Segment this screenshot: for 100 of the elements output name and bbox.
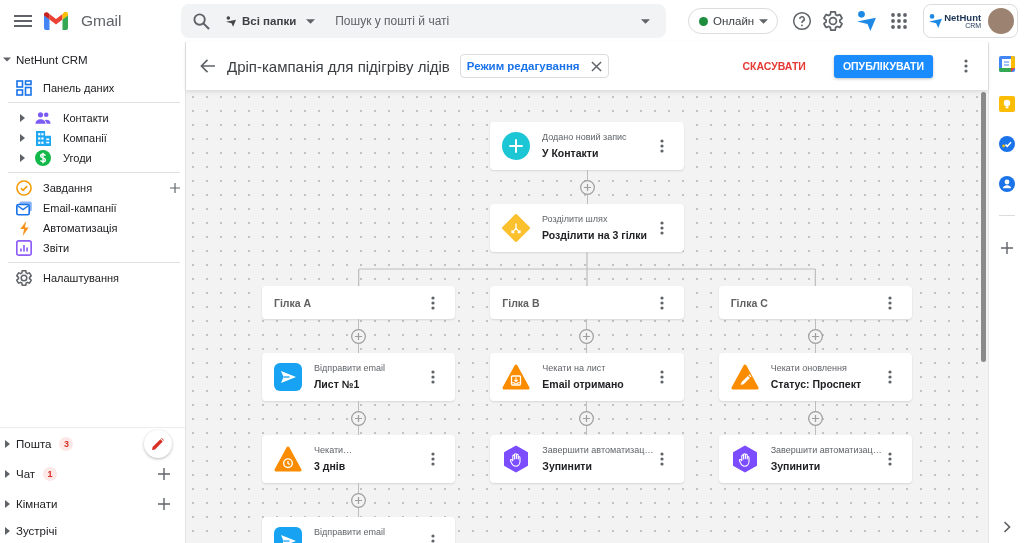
help-icon[interactable]: [792, 11, 813, 31]
paper-plane-icon: [274, 363, 302, 391]
compose-button[interactable]: [144, 429, 172, 458]
caret-icon[interactable]: [3, 57, 11, 62]
clock-icon: [274, 445, 302, 473]
branch-card[interactable]: Гілка A: [262, 286, 456, 319]
m-logo-icon: [44, 12, 68, 30]
more-icon[interactable]: [659, 370, 664, 384]
mode-label: Режим редагування: [466, 60, 580, 72]
caret-icon[interactable]: [20, 114, 25, 122]
logo-icon: [226, 15, 236, 27]
step-card[interactable]: Розділити шлях Розділити на 3 гілки: [490, 204, 684, 252]
settings-icon[interactable]: [823, 11, 844, 31]
step-type: Завершити автоматизац…: [542, 445, 654, 456]
nav-item[interactable]: Автоматизація: [0, 218, 185, 238]
step-card[interactable]: Чекати… 3 днів: [262, 435, 456, 483]
more-icon[interactable]: [660, 221, 664, 235]
more-icon[interactable]: [888, 452, 892, 466]
more-icon[interactable]: [431, 452, 436, 466]
branch-card[interactable]: Гілка C: [718, 286, 912, 319]
more-icon[interactable]: [888, 295, 892, 310]
nav-item[interactable]: Компанії: [0, 128, 185, 148]
page-title: Дріп-кампанія для підігріву лідів: [227, 57, 450, 75]
search-field[interactable]: Всі папки Пошук у пошті й чаті: [181, 4, 666, 38]
step-type: Додано новий запис: [542, 132, 627, 143]
nav-item[interactable]: Завдання: [0, 178, 185, 198]
pencil-icon: [730, 363, 759, 391]
step-type: Розділити шлях: [542, 214, 608, 225]
caret-icon[interactable]: [5, 439, 10, 448]
nav-item[interactable]: Налаштування: [0, 268, 185, 288]
people-icon: [35, 112, 51, 124]
folder-dropdown[interactable]: Всі папки: [224, 8, 318, 34]
step-type: Чекати оновлення: [770, 363, 847, 374]
caret-icon[interactable]: [5, 470, 10, 478]
apps-grid-icon[interactable]: [891, 13, 908, 29]
nav-item[interactable]: Звіти: [0, 238, 185, 258]
chevron-right-icon[interactable]: [1002, 521, 1011, 533]
branch-card[interactable]: Гілка B: [490, 286, 684, 319]
section-header[interactable]: Кімнати: [0, 489, 185, 518]
add-icon[interactable]: [170, 183, 180, 193]
section-header[interactable]: NetHunt CRM: [0, 45, 185, 74]
add-icon[interactable]: [158, 497, 170, 510]
pencil-icon: [152, 437, 164, 450]
section-header[interactable]: Чат 1: [0, 459, 185, 489]
nav-item[interactable]: Угоди: [0, 148, 185, 168]
add-icon[interactable]: [1000, 242, 1013, 254]
bar-chart-icon: [16, 240, 32, 256]
menu-icon[interactable]: [14, 15, 32, 27]
section-header[interactable]: Зустрічі: [0, 518, 185, 543]
more-icon[interactable]: [888, 370, 892, 384]
step-name: Розділити на 3 гілки: [542, 229, 647, 242]
nav-item[interactable]: Панель даних: [0, 78, 185, 98]
hand-icon: [502, 445, 531, 473]
step-card[interactable]: Чекати оновлення Статус: Проспект: [718, 353, 912, 401]
dollar-icon: [35, 150, 51, 166]
step-card[interactable]: Відправити email: [262, 517, 456, 543]
step-type: Чекати…: [314, 445, 353, 456]
cancel-button[interactable]: СКАСУВАТИ: [736, 54, 812, 78]
check-disc-icon[interactable]: [998, 136, 1015, 152]
status-dropdown[interactable]: Онлайн: [688, 8, 779, 34]
app-name: Gmail: [81, 12, 122, 30]
more-icon[interactable]: [431, 295, 436, 310]
step-card[interactable]: Додано новий запис У Контакти: [490, 122, 684, 170]
scrollbar[interactable]: [981, 92, 986, 362]
step-type: Чекати на лист: [542, 363, 606, 374]
caret-icon[interactable]: [5, 526, 10, 535]
lightning-icon: [19, 220, 29, 236]
add-icon[interactable]: [158, 468, 170, 480]
plus-circle-icon: [502, 132, 530, 160]
step-card[interactable]: Чекати на лист Email отримано: [490, 353, 684, 401]
more-icon[interactable]: [431, 370, 436, 384]
caret-icon[interactable]: [641, 18, 650, 24]
person-icon[interactable]: [998, 176, 1015, 192]
step-type: Відправити email: [314, 527, 386, 538]
caret-icon[interactable]: [20, 134, 25, 142]
step-name: Лист №1: [314, 378, 360, 391]
count-badge: 3: [59, 436, 74, 451]
nav-item[interactable]: Email-кампанії: [0, 198, 185, 218]
more-icon[interactable]: [659, 452, 664, 466]
gear-icon: [16, 270, 32, 286]
logo-icon[interactable]: [857, 11, 877, 31]
back-arrow-icon[interactable]: [200, 59, 215, 73]
close-icon[interactable]: [590, 60, 602, 72]
more-icon[interactable]: [431, 534, 436, 543]
step-card[interactable]: Відправити email Лист №1: [262, 353, 456, 401]
section-header[interactable]: Пошта 3: [0, 428, 185, 459]
step-card[interactable]: Завершити автоматизац… Зупинити: [718, 435, 912, 483]
caret-icon[interactable]: [20, 154, 25, 162]
step-card[interactable]: Завершити автоматизац… Зупинити: [490, 435, 684, 483]
more-icon[interactable]: [659, 295, 664, 310]
more-icon[interactable]: [964, 59, 968, 73]
caret-icon[interactable]: [5, 499, 10, 508]
count-badge: 1: [43, 467, 58, 481]
more-icon[interactable]: [660, 139, 664, 153]
nav-item[interactable]: Контакти: [0, 108, 185, 128]
calendar-icon[interactable]: [998, 56, 1015, 72]
step-name: Зупинити: [542, 460, 592, 473]
step-name: Зупинити: [770, 460, 821, 473]
search-icon[interactable]: [193, 12, 210, 30]
avatar: [988, 8, 1015, 34]
